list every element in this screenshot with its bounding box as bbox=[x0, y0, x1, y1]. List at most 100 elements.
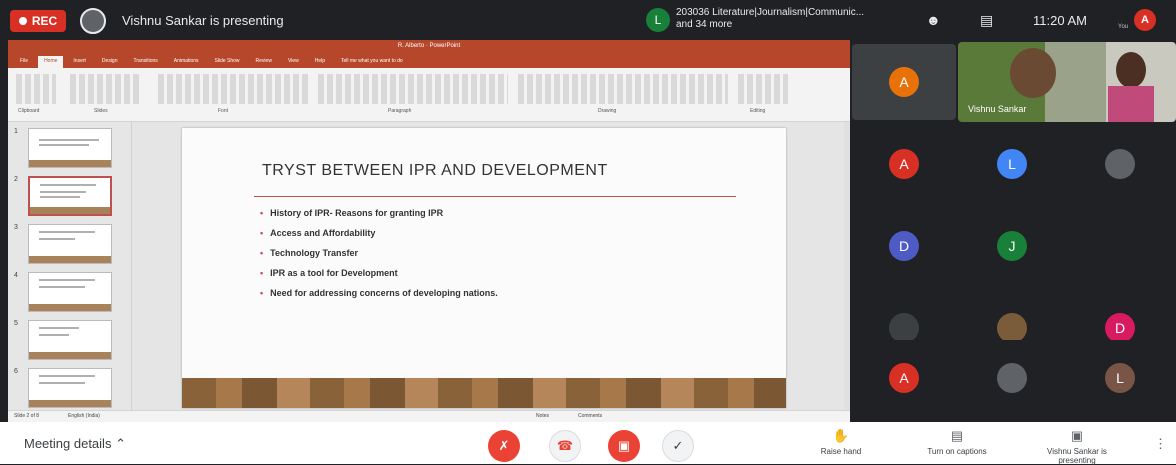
meeting-title[interactable]: 203036 Literature|Journalism|Communic...… bbox=[676, 7, 896, 31]
group-clipboard: Clipboard bbox=[18, 108, 40, 114]
slides-controls[interactable] bbox=[70, 74, 140, 104]
participant-tile[interactable]: A bbox=[852, 126, 956, 202]
thumb-number: 6 bbox=[14, 368, 18, 375]
you-label: You bbox=[1118, 24, 1129, 30]
camera-off-button[interactable]: ▣ bbox=[608, 430, 640, 462]
featured-video[interactable]: Vishnu Sankar bbox=[958, 42, 1176, 122]
thumb-number: 4 bbox=[14, 272, 18, 279]
tab-file[interactable]: File bbox=[14, 56, 34, 68]
tab-help[interactable]: Help bbox=[309, 56, 331, 68]
ppt-status-bar: Slide 2 of 8 English (India) Notes Comme… bbox=[8, 410, 850, 422]
shared-screen: R. Alberto · PowerPoint File Home Insert… bbox=[8, 40, 850, 422]
meeting-details-button[interactable]: Meeting details ⌃ bbox=[24, 436, 126, 452]
slide-thumbnail[interactable] bbox=[28, 224, 112, 264]
raise-hand-button[interactable]: ✋ Raise hand bbox=[796, 428, 886, 456]
tell-me-search[interactable]: Tell me what you want to do bbox=[335, 56, 409, 68]
slide-thumbnail[interactable] bbox=[28, 320, 112, 360]
bullet-icon: • bbox=[260, 208, 264, 218]
thumb-text-line bbox=[39, 327, 79, 329]
leave-call-button[interactable]: ☎ bbox=[549, 430, 581, 462]
participant-tile[interactable]: L bbox=[1068, 340, 1172, 416]
participant-tile[interactable]: D bbox=[852, 208, 956, 284]
slide-editing-area: TRYST BETWEEN IPR AND DEVELOPMENT • Histo… bbox=[132, 122, 844, 410]
drawing-controls[interactable] bbox=[518, 74, 728, 104]
thumb-text-line bbox=[39, 334, 69, 336]
tab-home[interactable]: Home bbox=[38, 56, 64, 68]
presenting-button[interactable]: ▣ Vishnu Sankar is presenting bbox=[1032, 428, 1122, 465]
clock: 11:20 AM bbox=[1033, 13, 1087, 28]
tab-design[interactable]: Design bbox=[96, 56, 124, 68]
font-controls[interactable] bbox=[158, 74, 308, 104]
comments-button[interactable]: Comments bbox=[578, 413, 602, 419]
ppt-ribbon: Clipboard Slides Font Paragraph Drawing … bbox=[8, 68, 850, 122]
thumb-text-line bbox=[40, 184, 96, 186]
featured-name: Vishnu Sankar bbox=[968, 104, 1027, 114]
slide-bullet: • Technology Transfer bbox=[260, 248, 498, 258]
participant-avatar: D bbox=[1105, 313, 1135, 343]
slide-bullet: • History of IPR- Reasons for granting IP… bbox=[260, 208, 498, 218]
thumb-text-line bbox=[39, 382, 85, 384]
thumb-number: 3 bbox=[14, 224, 18, 231]
tab-insert[interactable]: Insert bbox=[67, 56, 92, 68]
thumb-text-line bbox=[39, 286, 85, 288]
presenting-label: Vishnu Sankar is presenting bbox=[1047, 447, 1107, 465]
more-options-icon[interactable]: ⋮ bbox=[1154, 436, 1167, 452]
meeting-name: 203036 Literature|Journalism|Communic... bbox=[676, 7, 865, 18]
thumb-number: 1 bbox=[14, 128, 18, 135]
present-button[interactable]: ✓ bbox=[662, 430, 694, 462]
participant-tile[interactable]: A bbox=[852, 44, 956, 120]
participant-tile[interactable]: A bbox=[852, 340, 956, 416]
group-drawing: Drawing bbox=[598, 108, 617, 114]
tab-slide-show[interactable]: Slide Show bbox=[209, 56, 246, 68]
slide-wood-floor bbox=[182, 378, 786, 408]
microphone-off-button[interactable]: ✗ bbox=[488, 430, 520, 462]
people-icon[interactable]: ☻ bbox=[926, 12, 941, 28]
thumb-text-line bbox=[39, 375, 95, 377]
bullet-text: IPR as a tool for Development bbox=[270, 268, 398, 278]
raise-hand-label: Raise hand bbox=[820, 447, 862, 456]
meeting-avatar: L bbox=[646, 8, 670, 32]
participant-tile[interactable] bbox=[1068, 208, 1172, 284]
meet-top-bar: REC Vishnu Sankar is presenting L 203036… bbox=[0, 0, 1176, 40]
tab-transitions[interactable]: Transitions bbox=[128, 56, 164, 68]
participant-tile[interactable]: J bbox=[960, 208, 1064, 284]
status-slide-count: Slide 2 of 8 bbox=[14, 413, 40, 419]
chat-icon[interactable]: ▤ bbox=[980, 12, 993, 29]
participant-tile[interactable] bbox=[1068, 126, 1172, 202]
group-editing: Editing bbox=[750, 108, 766, 114]
bullet-icon: • bbox=[260, 268, 264, 278]
participant-shirt bbox=[1108, 86, 1154, 122]
presenter-avatar bbox=[80, 8, 106, 34]
clipboard-controls[interactable] bbox=[16, 74, 56, 104]
participant-photo-avatar bbox=[1105, 149, 1135, 179]
slide-bullet: • IPR as a tool for Development bbox=[260, 268, 498, 278]
captions-label: Turn on captions bbox=[927, 447, 987, 456]
captions-button[interactable]: ▤ Turn on captions bbox=[912, 428, 1002, 456]
slide-thumbnail[interactable] bbox=[28, 368, 112, 408]
thumb-floor bbox=[30, 207, 110, 214]
editing-controls[interactable] bbox=[738, 74, 788, 104]
slide-thumbnail[interactable] bbox=[28, 272, 112, 312]
slide-thumbnail[interactable] bbox=[28, 128, 112, 168]
captions-icon: ▤ bbox=[950, 428, 964, 443]
bullet-text: Need for addressing concerns of developi… bbox=[270, 288, 498, 298]
participant-avatar: L bbox=[997, 149, 1027, 179]
notes-button[interactable]: Notes bbox=[536, 413, 549, 419]
ppt-title-bar: R. Alberto · PowerPoint bbox=[8, 40, 850, 56]
paragraph-controls[interactable] bbox=[318, 74, 508, 104]
participant-avatar: J bbox=[997, 231, 1027, 261]
status-language[interactable]: English (India) bbox=[68, 413, 100, 419]
user-avatar[interactable]: A bbox=[1134, 9, 1156, 31]
tab-review[interactable]: Review bbox=[250, 56, 278, 68]
thumb-floor bbox=[29, 400, 111, 407]
tab-animations[interactable]: Animations bbox=[168, 56, 205, 68]
slide-thumbnail-selected[interactable] bbox=[28, 176, 112, 216]
participant-tile[interactable] bbox=[960, 340, 1064, 416]
recording-badge: REC bbox=[10, 10, 66, 32]
thumb-floor bbox=[29, 304, 111, 311]
current-slide[interactable]: TRYST BETWEEN IPR AND DEVELOPMENT • Histo… bbox=[182, 128, 786, 408]
thumb-text-line bbox=[40, 196, 80, 198]
tab-view[interactable]: View bbox=[282, 56, 305, 68]
slide-bullet-list: • History of IPR- Reasons for granting IP… bbox=[260, 208, 498, 308]
participant-tile[interactable]: L bbox=[960, 126, 1064, 202]
